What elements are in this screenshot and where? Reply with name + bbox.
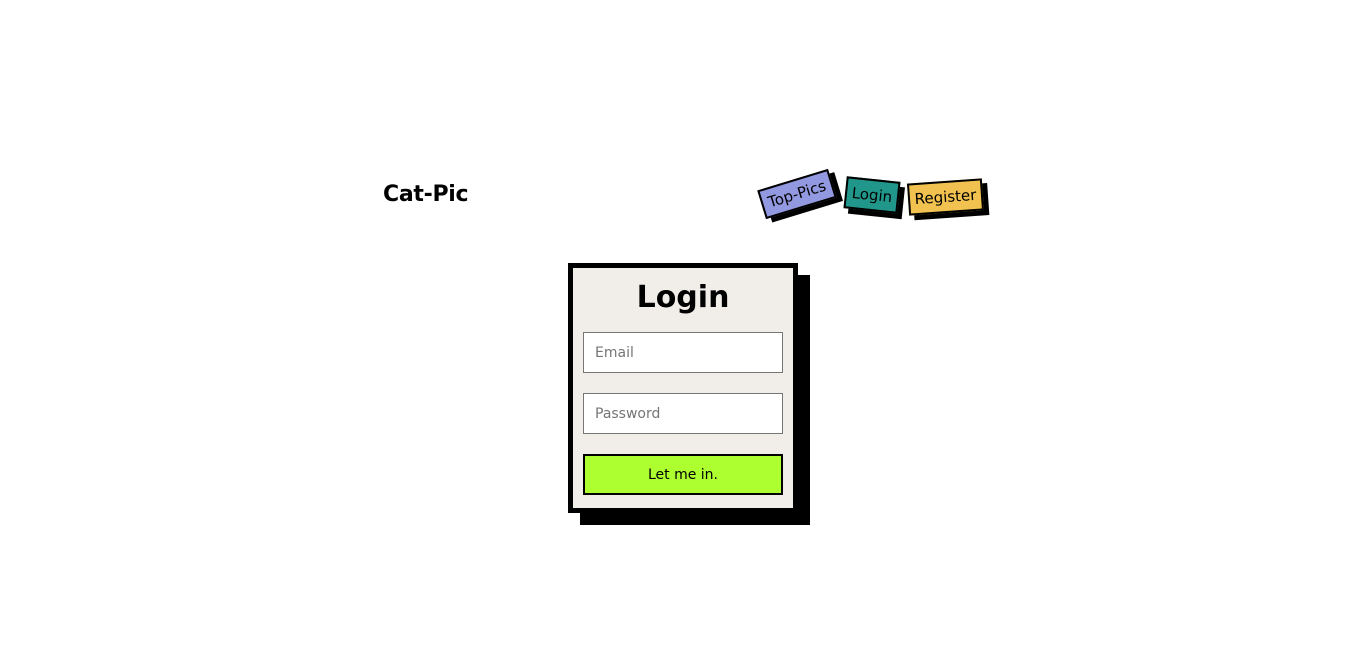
email-input[interactable] [583,332,783,373]
login-heading: Login [636,280,730,315]
nav-register-button[interactable]: Register [906,178,985,216]
brand-title: Cat-Pic [383,182,469,207]
page: Cat-Pic Top-Pics Login Register Login Le… [0,0,1366,654]
login-card: Login Let me in. [568,263,798,513]
password-input[interactable] [583,393,783,434]
login-submit-button[interactable]: Let me in. [583,454,783,495]
nav-top-pics-button[interactable]: Top-Pics [757,168,837,220]
nav-login-button[interactable]: Login [843,176,901,214]
